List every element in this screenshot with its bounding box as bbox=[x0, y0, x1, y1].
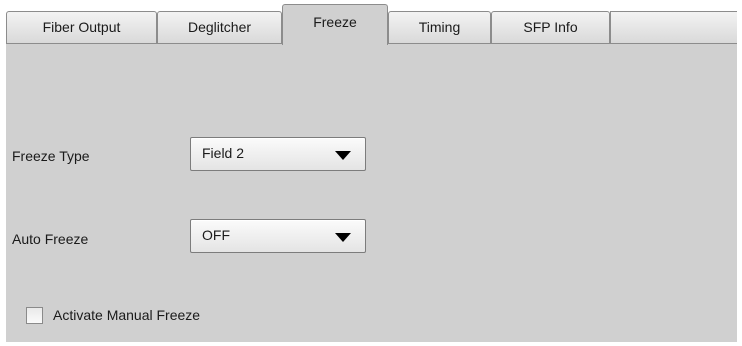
tab-timing[interactable]: Timing bbox=[388, 11, 491, 43]
tab-freeze[interactable]: Freeze bbox=[282, 4, 388, 45]
tab-bar: Fiber Output Deglitcher Freeze Timing SF… bbox=[6, 4, 737, 45]
tab-sfp-info[interactable]: SFP Info bbox=[491, 11, 610, 43]
auto-freeze-value: OFF bbox=[202, 227, 230, 243]
activate-manual-freeze-checkbox[interactable] bbox=[26, 307, 43, 324]
freeze-type-value: Field 2 bbox=[202, 145, 245, 161]
tab-deglitcher[interactable]: Deglitcher bbox=[157, 11, 282, 43]
auto-freeze-dropdown[interactable]: OFF bbox=[190, 219, 366, 253]
freeze-settings-window: Fiber Output Deglitcher Freeze Timing SF… bbox=[6, 4, 737, 342]
chevron-down-icon bbox=[335, 151, 351, 160]
tab-bar-filler bbox=[610, 11, 737, 43]
freeze-type-dropdown[interactable]: Field 2 bbox=[190, 137, 366, 171]
tab-fiber-output[interactable]: Fiber Output bbox=[6, 11, 157, 43]
chevron-down-icon bbox=[335, 233, 351, 242]
freeze-type-label: Freeze Type bbox=[12, 148, 90, 164]
auto-freeze-label: Auto Freeze bbox=[12, 231, 89, 247]
activate-manual-freeze-label[interactable]: Activate Manual Freeze bbox=[53, 307, 200, 323]
freeze-panel: Freeze Type Field 2 Auto Freeze OFF Acti… bbox=[6, 43, 737, 342]
